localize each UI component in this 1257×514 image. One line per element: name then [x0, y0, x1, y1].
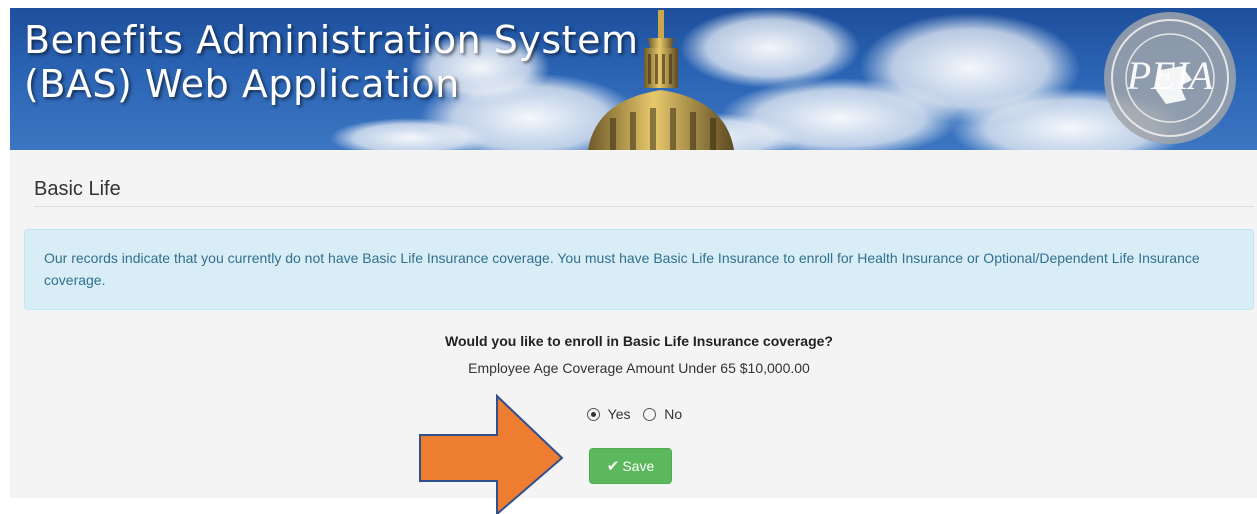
- radio-yes[interactable]: [586, 407, 600, 421]
- coverage-amount-text: Employee Age Coverage Amount Under 65 $1…: [468, 360, 810, 376]
- app-frame: PEIA Benefits Administration System (BAS…: [10, 8, 1257, 498]
- radio-yes-label[interactable]: Yes: [608, 406, 631, 422]
- header-banner: PEIA Benefits Administration System (BAS…: [10, 8, 1257, 150]
- seal-monogram: PEIA: [1126, 53, 1214, 98]
- radio-no[interactable]: [643, 407, 657, 421]
- info-alert-message: Our records indicate that you currently …: [44, 250, 1200, 288]
- enroll-radio-group: Yes No: [24, 405, 1254, 422]
- save-button[interactable]: ✔ Save: [589, 448, 672, 484]
- enroll-question: Would you like to enroll in Basic Life I…: [445, 333, 833, 349]
- app-title: Benefits Administration System (BAS) Web…: [24, 18, 638, 106]
- app-title-line-2: (BAS) Web Application: [24, 62, 460, 106]
- title-divider: [34, 206, 1254, 207]
- save-button-label: Save: [622, 458, 655, 474]
- page-title: Basic Life: [34, 178, 121, 200]
- checkmark-icon: ✔: [606, 458, 620, 475]
- app-title-line-1: Benefits Administration System: [24, 18, 639, 62]
- radio-no-label[interactable]: No: [664, 406, 682, 422]
- info-alert: Our records indicate that you currently …: [24, 229, 1254, 310]
